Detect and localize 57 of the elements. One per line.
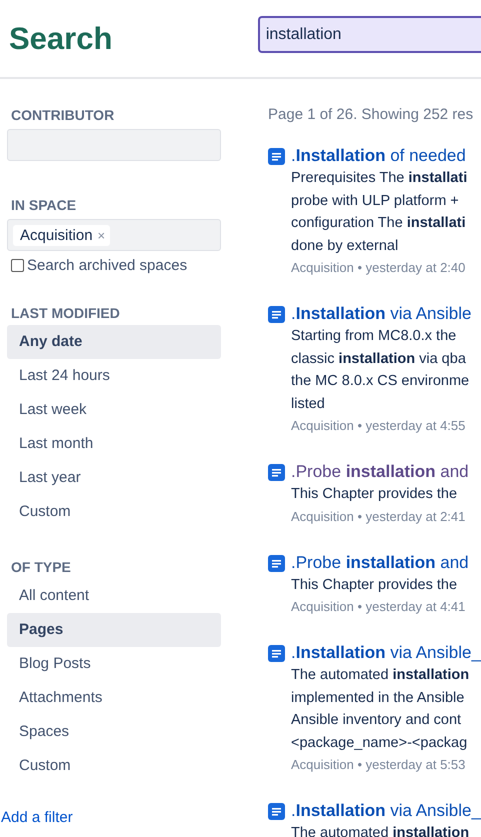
type-filter-option[interactable]: All content [7,579,221,613]
add-filter-link[interactable]: Add a filter [1,809,221,826]
filter-heading: IN SPACE [10,197,78,213]
page-icon [268,645,285,662]
result-snippet: This Chapter provides the [291,485,458,504]
contributor-field[interactable] [7,129,221,161]
page-icon [268,803,285,820]
type-filter-option[interactable]: Spaces [7,715,221,749]
type-filter-option[interactable]: Pages [7,613,221,647]
date-filter-option[interactable]: Last 24 hours [7,359,221,393]
result-snippet: classic installation via qba [291,350,467,368]
page-icon [268,554,285,572]
result-meta: Acquisition • yesterday at 4:41 [291,598,466,616]
results-summary: Page 1 of 26. Showing 252 res [268,106,474,123]
type-filter-option[interactable]: Custom [7,749,221,783]
result-title-link[interactable]: .Installation via Ansible [291,302,472,325]
result-snippet: done by external [291,236,400,256]
page-icon [268,148,285,165]
date-filter-option[interactable]: Last year [7,461,221,495]
result-title-link[interactable]: .Probe installation and [291,460,469,483]
page-icon [268,306,285,323]
result-snippet: The automated installation [291,666,470,685]
result-snippet: configuration The installati [291,214,467,233]
result-snippet: Ansible inventory and cont [291,711,462,730]
result-snippet: This Chapter provides the [291,576,458,594]
checkbox-label: Search archived spaces [27,257,188,274]
result-title-link[interactable]: .Installation of needed [291,144,468,167]
result-snippet: <package_name>-<packag [291,734,468,752]
result-snippet: The automated installation [291,824,470,837]
result-title-link[interactable]: .Installation via Ansible_ [291,799,481,822]
search-field[interactable]: installation [258,16,481,53]
filter-heading: LAST MODIFIED [10,305,121,321]
result-meta: Acquisition • yesterday at 2:41 [291,508,466,526]
result-title-link[interactable]: .Installation via Ansible_ [291,641,481,664]
result-snippet: Prerequisites The installati [291,169,468,188]
page-icon [268,464,285,481]
tag-label: Acquisition [20,226,93,244]
result-title-link[interactable]: .Probe installation and [291,550,469,574]
space-field[interactable]: Acquisition × [7,219,221,251]
page-title: Search [9,20,114,56]
date-filter-option[interactable]: Last month [7,427,221,461]
filter-heading: OF TYPE [10,559,72,575]
date-filter-option[interactable]: Last week [7,393,221,427]
result-snippet: implemented in the Ansible [291,688,466,708]
result-snippet: listed [291,394,326,414]
result-meta: Acquisition • yesterday at 4:55 [291,417,466,435]
date-filter-option[interactable]: Any date [7,325,221,359]
result-meta: Acquisition • yesterday at 2:40 [291,259,466,277]
date-filter-option[interactable]: Custom [7,495,221,529]
type-filter-option[interactable]: Blog Posts [7,647,221,681]
archived-checkbox[interactable] [11,259,24,272]
filter-heading: CONTRIBUTOR [10,107,116,123]
result-snippet: Starting from MC8.0.x the [291,327,458,346]
result-snippet: probe with ULP platform + [291,192,460,210]
type-filter-option[interactable]: Attachments [7,681,221,715]
result-snippet: the MC 8.0.x CS environme [291,372,470,391]
result-meta: Acquisition • yesterday at 5:53 [291,756,466,774]
